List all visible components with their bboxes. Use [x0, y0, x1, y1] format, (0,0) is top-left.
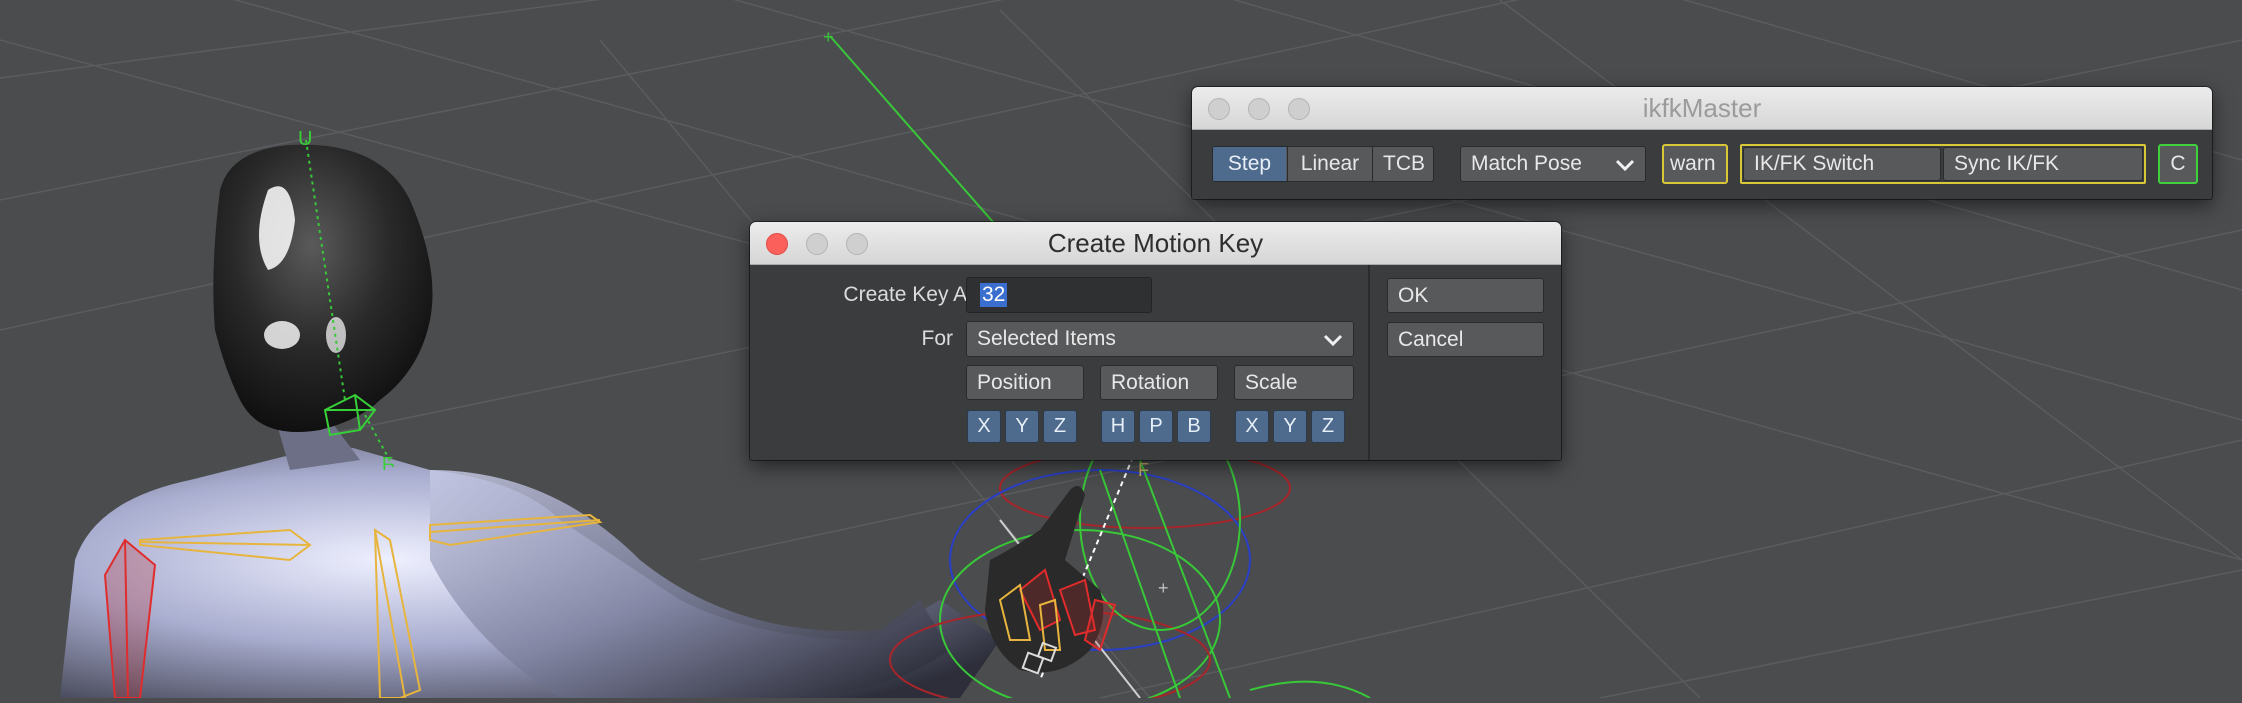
dialog-title: Create Motion Key: [1047, 228, 1264, 258]
interp-tcb-button[interactable]: TCB: [1372, 147, 1433, 181]
scale-label: Scale: [1245, 371, 1298, 394]
dialog-divider: [1368, 265, 1370, 460]
for-dropdown-value: Selected Items: [977, 327, 1116, 350]
close-button[interactable]: [766, 233, 788, 255]
close-button[interactable]: [1208, 98, 1230, 120]
ikfk-action-group: IK/FK Switch Sync IK/FK: [1740, 144, 2146, 184]
scale-button[interactable]: Scale: [1234, 365, 1354, 400]
create-motion-key-dialog: Create Motion Key Create Key At 32 For S…: [750, 222, 1561, 460]
warn-label: warn: [1670, 152, 1716, 175]
minimize-button[interactable]: [1248, 98, 1270, 120]
ikfk-title: ikfkMaster: [1642, 93, 1762, 123]
zoom-button[interactable]: [1288, 98, 1310, 120]
match-pose-label: Match Pose: [1471, 152, 1582, 175]
for-dropdown[interactable]: Selected Items: [966, 321, 1354, 357]
rotation-h-toggle[interactable]: H: [1101, 410, 1135, 443]
zoom-button[interactable]: [846, 233, 868, 255]
ik-fk-switch-button[interactable]: IK/FK Switch: [1743, 147, 1941, 181]
position-z-toggle[interactable]: Z: [1043, 410, 1077, 443]
head: [213, 144, 433, 432]
ikfk-titlebar: ikfkMaster: [1192, 87, 2212, 130]
for-label: For: [921, 327, 954, 350]
label-f2: F: [1138, 460, 1149, 480]
rotation-p-toggle[interactable]: P: [1139, 410, 1173, 443]
dialog-titlebar: Create Motion Key: [750, 222, 1561, 265]
ik-fk-switch-label: IK/FK Switch: [1754, 152, 1875, 175]
label-f1: F: [382, 454, 393, 474]
ikfk-master-window: ikfkMaster Step Linear TCB Match Pose wa…: [1192, 87, 2212, 199]
minimize-button[interactable]: [806, 233, 828, 255]
cancel-label: Cancel: [1398, 328, 1464, 351]
interp-step-button[interactable]: Step: [1213, 147, 1286, 181]
warn-button[interactable]: warn: [1662, 144, 1728, 184]
interp-segmented-control: Step Linear TCB: [1212, 146, 1434, 182]
motion-path-line: [829, 35, 1001, 231]
position-label: Position: [977, 371, 1052, 394]
chevron-down-icon: [1615, 159, 1635, 171]
match-pose-dropdown[interactable]: Match Pose: [1460, 146, 1646, 182]
label-u: U: [298, 128, 312, 150]
chevron-down-icon: [1323, 334, 1343, 346]
face-highlight: [264, 321, 300, 349]
interp-linear-button[interactable]: Linear: [1287, 147, 1372, 181]
sync-ik-fk-label: Sync IK/FK: [1954, 152, 2060, 175]
create-key-at-input[interactable]: 32: [966, 277, 1152, 313]
ok-button[interactable]: OK: [1387, 278, 1544, 313]
c-button[interactable]: C: [2158, 144, 2198, 184]
dialog-options-panel: Create Key At 32 For Selected Items Posi…: [750, 265, 1368, 460]
sync-ik-fk-button[interactable]: Sync IK/FK: [1943, 147, 2143, 181]
plus-marker: +: [823, 27, 834, 47]
cancel-button[interactable]: Cancel: [1387, 322, 1544, 357]
position-y-toggle[interactable]: Y: [1005, 410, 1039, 443]
plus-marker-2: +: [1158, 578, 1169, 598]
rotation-b-toggle[interactable]: B: [1177, 410, 1211, 443]
c-label: C: [2170, 152, 2186, 175]
ok-label: OK: [1398, 284, 1429, 307]
create-key-at-value: 32: [980, 283, 1008, 307]
rotation-label: Rotation: [1111, 371, 1190, 394]
scale-z-toggle[interactable]: Z: [1311, 410, 1345, 443]
position-button[interactable]: Position: [966, 365, 1084, 400]
rotation-button[interactable]: Rotation: [1100, 365, 1218, 400]
create-key-at-label: Create Key At: [843, 283, 973, 306]
scale-y-toggle[interactable]: Y: [1273, 410, 1307, 443]
position-x-toggle[interactable]: X: [967, 410, 1001, 443]
scale-x-toggle[interactable]: X: [1235, 410, 1269, 443]
